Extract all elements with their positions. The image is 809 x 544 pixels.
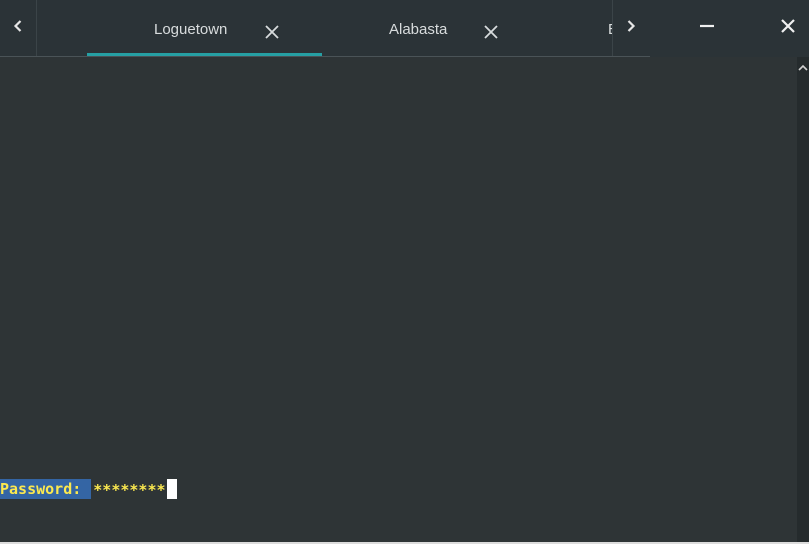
close-tab-icon[interactable]: [483, 24, 499, 40]
close-window-button[interactable]: [768, 0, 808, 57]
password-input-value: ********: [93, 481, 166, 499]
chevron-up-icon[interactable]: [797, 61, 809, 73]
close-tab-icon[interactable]: [264, 24, 280, 40]
terminal-scrollbar[interactable]: [797, 57, 809, 542]
chevron-right-icon: [624, 19, 638, 38]
chevron-left-icon: [11, 19, 25, 38]
minimize-button[interactable]: [687, 0, 727, 57]
close-icon: [780, 18, 796, 39]
tab-strip: e Loguetown Alabasta E: [36, 0, 613, 57]
tab-label: Alabasta: [389, 21, 448, 38]
minimize-icon: [699, 18, 715, 39]
scroll-tabs-left-button[interactable]: [0, 0, 36, 57]
tab-partial-right[interactable]: E: [557, 0, 613, 57]
tab-loguetown[interactable]: Loguetown: [87, 0, 322, 57]
tab-separator: [36, 0, 37, 57]
password-prompt[interactable]: Password: ********: [0, 479, 177, 499]
tab-label: Loguetown: [154, 21, 228, 38]
tab-alabasta[interactable]: Alabasta: [322, 0, 557, 57]
terminal-window: e Loguetown Alabasta E: [0, 0, 809, 544]
prompt-label: Password:: [0, 479, 92, 499]
terminal-output[interactable]: [0, 57, 797, 542]
scroll-tabs-right-button[interactable]: [613, 0, 649, 57]
tab-bar: e Loguetown Alabasta E: [0, 0, 809, 57]
terminal-cursor: [166, 479, 177, 499]
